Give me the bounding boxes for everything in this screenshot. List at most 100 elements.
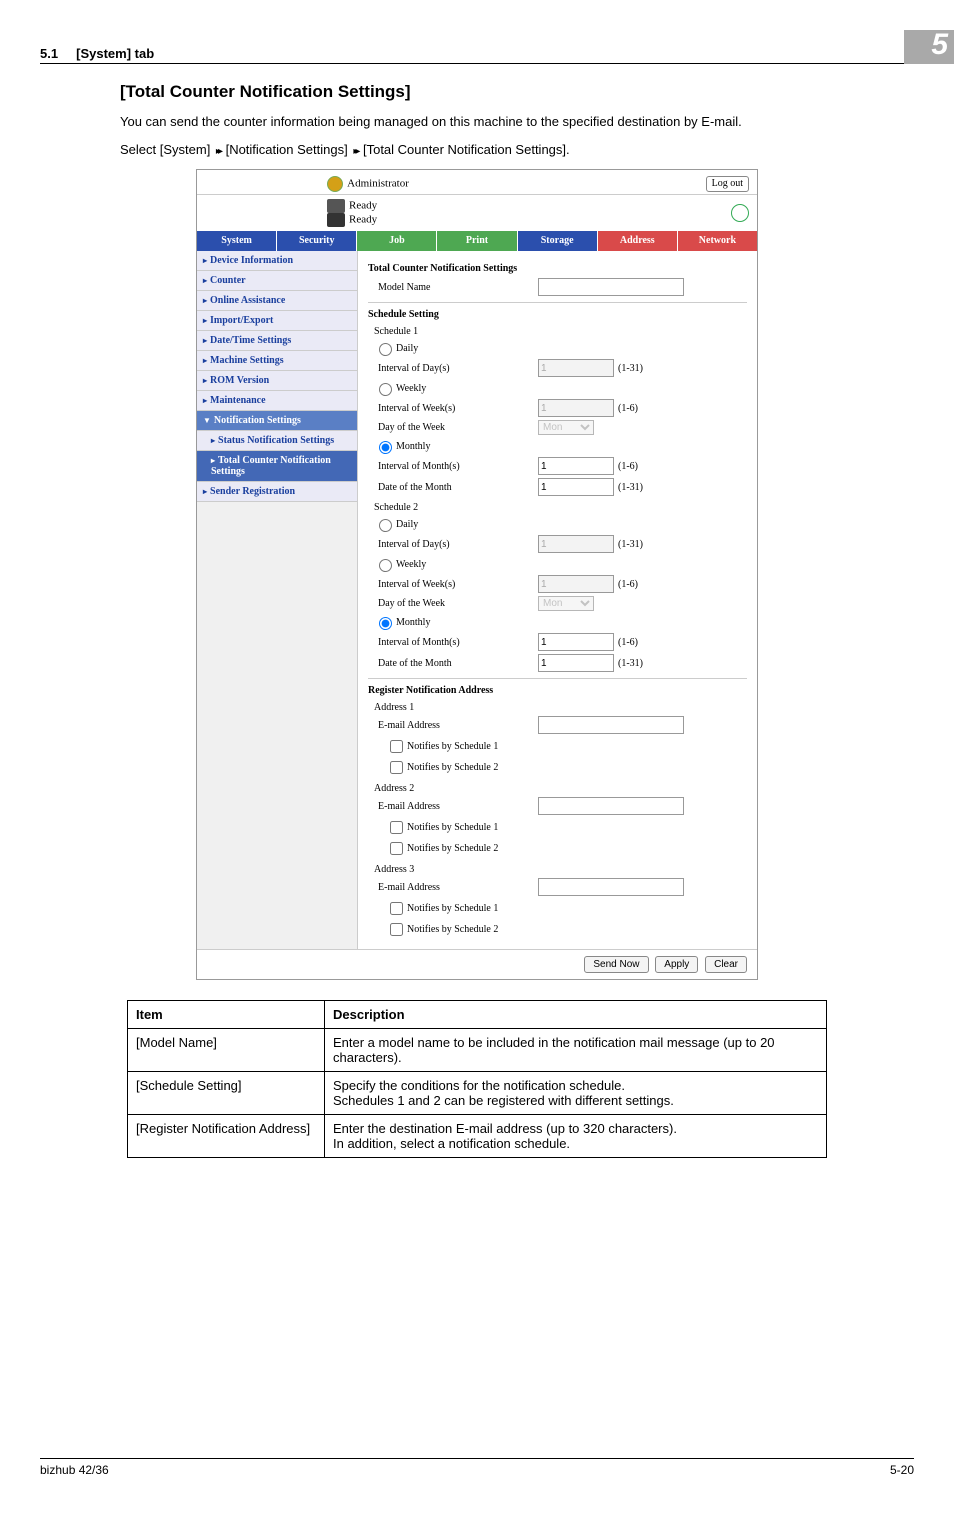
range-label: (1-31)	[618, 363, 643, 374]
s1-monthly-radio[interactable]	[379, 441, 392, 454]
section-tab: [System] tab	[76, 46, 154, 61]
s1-day-of-week-select[interactable]: Mon	[538, 420, 594, 435]
interval-month-label: Interval of Month(s)	[378, 461, 538, 472]
monthly-label: Monthly	[396, 441, 430, 452]
address3-email-input[interactable]	[538, 878, 684, 896]
address2-s2-checkbox[interactable]	[390, 842, 403, 855]
tab-address[interactable]: Address	[598, 231, 678, 251]
sidebar-item-maintenance[interactable]: Maintenance	[197, 391, 357, 411]
select-mid: [Notification Settings]	[222, 142, 351, 157]
s1-interval-week-input[interactable]	[538, 399, 614, 417]
reg-addr-heading: Register Notification Address	[368, 685, 747, 696]
sidebar-item-status-notif[interactable]: Status Notification Settings	[197, 431, 357, 451]
s2-interval-month-input[interactable]	[538, 633, 614, 651]
sidebar-item-device-info[interactable]: Device Information	[197, 251, 357, 271]
s2-day-of-week-select[interactable]: Mon	[538, 596, 594, 611]
tab-print[interactable]: Print	[437, 231, 517, 251]
select-suffix: [Total Counter Notification Settings].	[359, 142, 569, 157]
tab-storage[interactable]: Storage	[518, 231, 598, 251]
s1-interval-month-input[interactable]	[538, 457, 614, 475]
tab-network[interactable]: Network	[678, 231, 757, 251]
notif-s1-label: Notifies by Schedule 1	[407, 822, 498, 833]
address1-email-input[interactable]	[538, 716, 684, 734]
schedule-setting-heading: Schedule Setting	[368, 309, 747, 320]
schedule2-label: Schedule 2	[374, 502, 747, 513]
sidebar-item-import-export[interactable]: Import/Export	[197, 311, 357, 331]
email-label: E-mail Address	[378, 801, 538, 812]
s2-monthly-radio[interactable]	[379, 617, 392, 630]
table-row: [Schedule Setting] Specify the condition…	[128, 1072, 827, 1115]
sidebar-item-total-counter[interactable]: Total Counter Notification Settings	[197, 451, 357, 482]
daily-label: Daily	[396, 519, 418, 530]
printer-icon	[327, 199, 345, 213]
tab-job[interactable]: Job	[357, 231, 437, 251]
clear-button[interactable]: Clear	[705, 956, 747, 973]
range-label: (1-31)	[618, 539, 643, 550]
address2-label: Address 2	[374, 783, 747, 794]
range-label: (1-6)	[618, 579, 638, 590]
sidebar-item-date-time[interactable]: Date/Time Settings	[197, 331, 357, 351]
address1-s2-checkbox[interactable]	[390, 761, 403, 774]
s1-daily-radio[interactable]	[379, 343, 392, 356]
s1-date-of-month-input[interactable]	[538, 478, 614, 496]
desc-cell: Enter the destination E-mail address (up…	[325, 1115, 827, 1158]
tab-system[interactable]: System	[197, 231, 277, 251]
desc-cell: Specify the conditions for the notificat…	[325, 1072, 827, 1115]
sidebar-item-online-assist[interactable]: Online Assistance	[197, 291, 357, 311]
footer-right: 5-20	[890, 1463, 914, 1477]
interval-month-label: Interval of Month(s)	[378, 637, 538, 648]
s1-weekly-radio[interactable]	[379, 383, 392, 396]
table-row: [Model Name] Enter a model name to be in…	[128, 1029, 827, 1072]
main-heading: Total Counter Notification Settings	[368, 263, 747, 274]
address3-s2-checkbox[interactable]	[390, 923, 403, 936]
s2-interval-day-input[interactable]	[538, 535, 614, 553]
address3-s1-checkbox[interactable]	[390, 902, 403, 915]
status-ready-1: Ready	[349, 200, 377, 212]
s2-interval-week-input[interactable]	[538, 575, 614, 593]
notif-s1-label: Notifies by Schedule 1	[407, 741, 498, 752]
model-name-input[interactable]	[538, 278, 684, 296]
item-cell: [Model Name]	[128, 1029, 325, 1072]
main-pane: Total Counter Notification Settings Mode…	[358, 251, 757, 949]
logout-button[interactable]: Log out	[706, 176, 749, 192]
sidebar-item-notification[interactable]: Notification Settings	[197, 411, 357, 431]
tab-security[interactable]: Security	[277, 231, 357, 251]
address2-email-input[interactable]	[538, 797, 684, 815]
notif-s2-label: Notifies by Schedule 2	[407, 924, 498, 935]
refresh-icon[interactable]	[731, 204, 749, 222]
daily-label: Daily	[396, 343, 418, 354]
notif-s2-label: Notifies by Schedule 2	[407, 843, 498, 854]
email-label: E-mail Address	[378, 720, 538, 731]
sidebar: Device Information Counter Online Assist…	[197, 251, 358, 949]
send-now-button[interactable]: Send Now	[584, 956, 648, 973]
range-label: (1-6)	[618, 403, 638, 414]
s2-weekly-radio[interactable]	[379, 559, 392, 572]
item-cell: [Schedule Setting]	[128, 1072, 325, 1115]
sidebar-item-sender-reg[interactable]: Sender Registration	[197, 482, 357, 502]
notif-s1-label: Notifies by Schedule 1	[407, 903, 498, 914]
embedded-screenshot: Administrator Log out Ready Ready System…	[196, 169, 758, 980]
interval-week-label: Interval of Week(s)	[378, 579, 538, 590]
address1-label: Address 1	[374, 702, 747, 713]
interval-day-label: Interval of Day(s)	[378, 363, 538, 374]
address2-s1-checkbox[interactable]	[390, 821, 403, 834]
table-row: [Register Notification Address] Enter th…	[128, 1115, 827, 1158]
col-desc: Description	[325, 1001, 827, 1029]
notif-s2-label: Notifies by Schedule 2	[407, 762, 498, 773]
col-item: Item	[128, 1001, 325, 1029]
weekly-label: Weekly	[396, 383, 426, 394]
s2-date-of-month-input[interactable]	[538, 654, 614, 672]
model-name-label: Model Name	[378, 282, 538, 293]
s1-interval-day-input[interactable]	[538, 359, 614, 377]
apply-button[interactable]: Apply	[655, 956, 698, 973]
day-of-week-label: Day of the Week	[378, 598, 538, 609]
arrow-icon	[214, 142, 222, 157]
address1-s1-checkbox[interactable]	[390, 740, 403, 753]
monthly-label: Monthly	[396, 617, 430, 628]
sidebar-item-rom[interactable]: ROM Version	[197, 371, 357, 391]
sidebar-item-machine[interactable]: Machine Settings	[197, 351, 357, 371]
page-title: [Total Counter Notification Settings]	[120, 82, 914, 102]
s2-daily-radio[interactable]	[379, 519, 392, 532]
status-ready-2: Ready	[349, 214, 377, 226]
sidebar-item-counter[interactable]: Counter	[197, 271, 357, 291]
